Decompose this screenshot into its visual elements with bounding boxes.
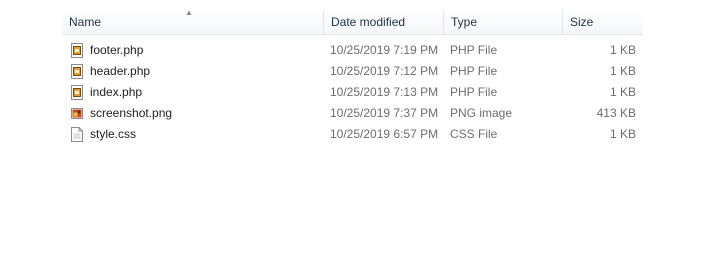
- file-row[interactable]: index.php 10/25/2019 7:13 PM PHP File 1 …: [62, 82, 643, 103]
- image-file-icon: [71, 106, 83, 121]
- file-type: PHP File: [450, 85, 498, 99]
- file-row[interactable]: screenshot.png 10/25/2019 7:37 PM PNG im…: [62, 103, 643, 124]
- file-row[interactable]: footer.php 10/25/2019 7:19 PM PHP File 1…: [62, 40, 643, 61]
- file-row[interactable]: header.php 10/25/2019 7:12 PM PHP File 1…: [62, 61, 643, 82]
- column-header-name-label: Name: [69, 15, 102, 29]
- file-size: 413 KB: [596, 106, 636, 120]
- file-type: CSS File: [450, 127, 498, 141]
- file-name: index.php: [90, 85, 143, 99]
- file-name: header.php: [90, 64, 151, 78]
- column-header-type[interactable]: Type: [444, 10, 563, 34]
- column-header-type-label: Type: [451, 15, 478, 29]
- file-date-modified: 10/25/2019 7:13 PM: [330, 85, 439, 99]
- file-list-pane: ▲ Name Date modified Type Size footer.ph…: [0, 0, 718, 254]
- sort-ascending-icon: ▲: [185, 8, 193, 17]
- file-type: PHP File: [450, 43, 498, 57]
- column-header-date-modified[interactable]: Date modified: [324, 10, 444, 34]
- column-header-size-label: Size: [570, 15, 594, 29]
- file-size: 1 KB: [609, 85, 636, 99]
- php-file-icon: [71, 64, 83, 79]
- text-file-icon: [71, 127, 83, 142]
- file-type: PHP File: [450, 64, 498, 78]
- column-header-size[interactable]: Size: [563, 10, 643, 34]
- file-name: footer.php: [90, 43, 144, 57]
- file-date-modified: 10/25/2019 7:19 PM: [330, 43, 439, 57]
- file-size: 1 KB: [609, 127, 636, 141]
- column-header-date-label: Date modified: [331, 15, 406, 29]
- column-header-name[interactable]: ▲ Name: [62, 8, 324, 34]
- php-file-icon: [71, 85, 83, 100]
- column-header-bar: ▲ Name Date modified Type Size: [62, 8, 643, 35]
- file-type: PNG image: [450, 106, 513, 120]
- file-row[interactable]: style.css 10/25/2019 6:57 PM CSS File 1 …: [62, 124, 643, 145]
- file-name: style.css: [90, 127, 137, 141]
- php-file-icon: [71, 43, 83, 58]
- file-size: 1 KB: [609, 64, 636, 78]
- file-rows: footer.php 10/25/2019 7:19 PM PHP File 1…: [62, 40, 643, 145]
- file-size: 1 KB: [609, 43, 636, 57]
- file-date-modified: 10/25/2019 6:57 PM: [330, 127, 439, 141]
- file-date-modified: 10/25/2019 7:37 PM: [330, 106, 439, 120]
- file-date-modified: 10/25/2019 7:12 PM: [330, 64, 439, 78]
- file-name: screenshot.png: [90, 106, 173, 120]
